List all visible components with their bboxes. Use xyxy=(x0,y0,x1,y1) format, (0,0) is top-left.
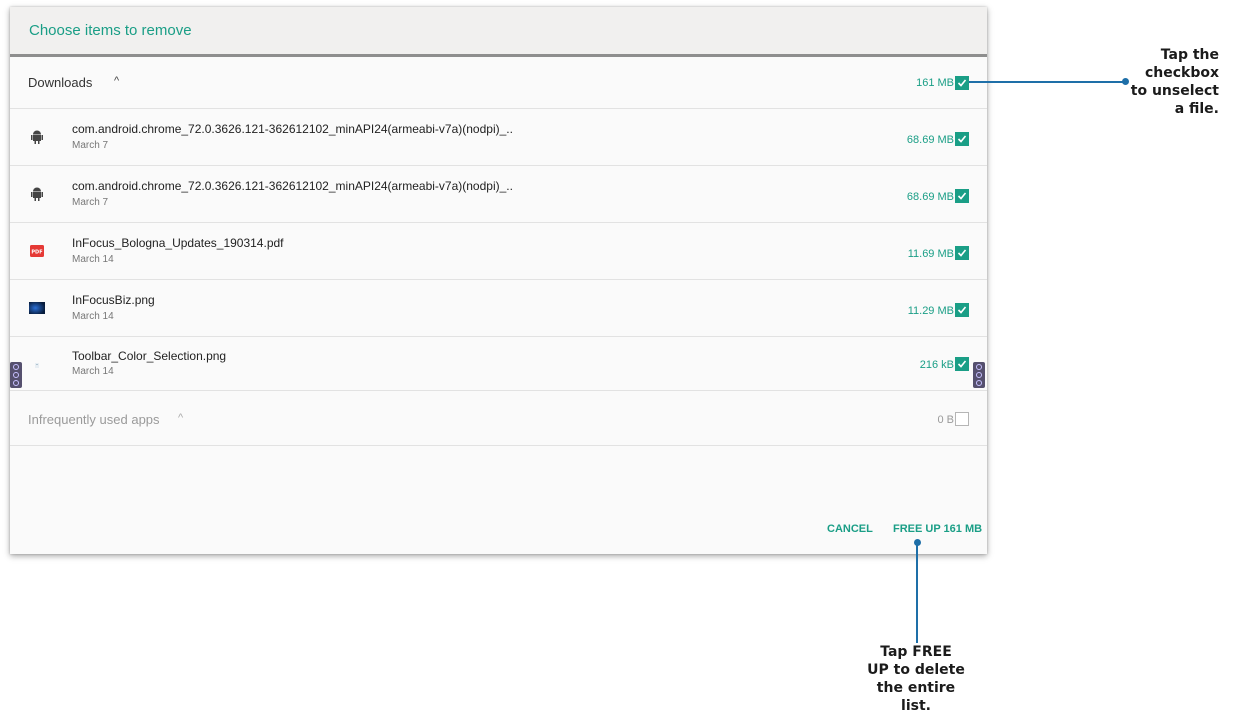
chevron-up-icon[interactable]: ^ xyxy=(114,75,119,87)
file-size: 216 kB xyxy=(919,359,954,371)
file-name: InFocus_Bologna_Updates_190314.pdf xyxy=(72,236,284,250)
file-checkbox[interactable] xyxy=(955,189,969,203)
file-size: 11.69 MB xyxy=(907,248,954,260)
file-checkbox[interactable] xyxy=(955,303,969,317)
image-thumbnail-icon xyxy=(29,300,45,316)
chevron-up-icon[interactable]: ^ xyxy=(178,412,183,424)
right-drag-handle[interactable] xyxy=(973,362,985,388)
android-icon xyxy=(29,129,45,145)
file-size: 68.69 MB xyxy=(906,134,954,146)
checkbox-callout-text: Tap the checkbox to unselect a file. xyxy=(1130,47,1219,117)
dialog-header: Choose items to remove xyxy=(10,7,987,57)
file-checkbox[interactable] xyxy=(955,357,969,371)
file-checkbox[interactable] xyxy=(955,246,969,260)
file-date: March 7 xyxy=(72,140,109,151)
free-up-callout-line xyxy=(916,543,918,643)
file-checkbox[interactable] xyxy=(955,132,969,146)
file-date: March 14 xyxy=(72,366,114,377)
dialog-title: Choose items to remove xyxy=(29,22,192,39)
file-name: com.android.chrome_72.0.3626.121-3626121… xyxy=(72,179,513,193)
pdf-icon: PDF xyxy=(29,243,45,259)
file-row[interactable]: InFocusBiz.png March 14 11.29 MB xyxy=(10,280,987,337)
free-up-button[interactable]: FREE UP 161 MB xyxy=(893,523,982,535)
file-row[interactable]: PDF InFocus_Bologna_Updates_190314.pdf M… xyxy=(10,223,987,280)
file-name: InFocusBiz.png xyxy=(72,293,155,307)
remove-items-dialog: Choose items to remove Downloads ^ 161 M… xyxy=(10,7,987,554)
file-date: March 7 xyxy=(72,197,109,208)
infrequent-apps-size: 0 B xyxy=(937,414,954,426)
file-name: Toolbar_Color_Selection.png xyxy=(72,349,227,363)
file-size: 11.29 MB xyxy=(907,305,954,317)
left-drag-handle[interactable] xyxy=(10,362,22,388)
file-name: com.android.chrome_72.0.3626.121-3626121… xyxy=(72,122,513,136)
cancel-button[interactable]: CANCEL xyxy=(827,523,873,535)
downloads-size: 161 MB xyxy=(916,77,954,89)
file-row[interactable]: com.android.chrome_72.0.3626.121-3626121… xyxy=(10,109,987,166)
downloads-section-header[interactable]: Downloads ^ 161 MB xyxy=(10,57,987,109)
downloads-label: Downloads xyxy=(28,75,93,90)
downloads-checkbox[interactable] xyxy=(955,76,969,90)
file-size: 68.69 MB xyxy=(906,191,954,203)
file-row[interactable]: com.android.chrome_72.0.3626.121-3626121… xyxy=(10,166,987,223)
image-thumbnail-icon xyxy=(29,357,45,373)
svg-text:PDF: PDF xyxy=(31,250,42,256)
infrequent-apps-section-header[interactable]: Infrequently used apps ^ 0 B xyxy=(10,391,987,446)
file-date: March 14 xyxy=(72,311,114,322)
android-icon xyxy=(29,186,45,202)
file-date: March 14 xyxy=(72,254,114,265)
infrequent-apps-label: Infrequently used apps xyxy=(28,412,160,427)
free-up-callout-text: Tap FREE UP to delete the entire list. xyxy=(867,644,965,714)
file-row[interactable]: Toolbar_Color_Selection.png March 14 216… xyxy=(10,337,987,391)
infrequent-apps-checkbox[interactable] xyxy=(955,412,969,426)
